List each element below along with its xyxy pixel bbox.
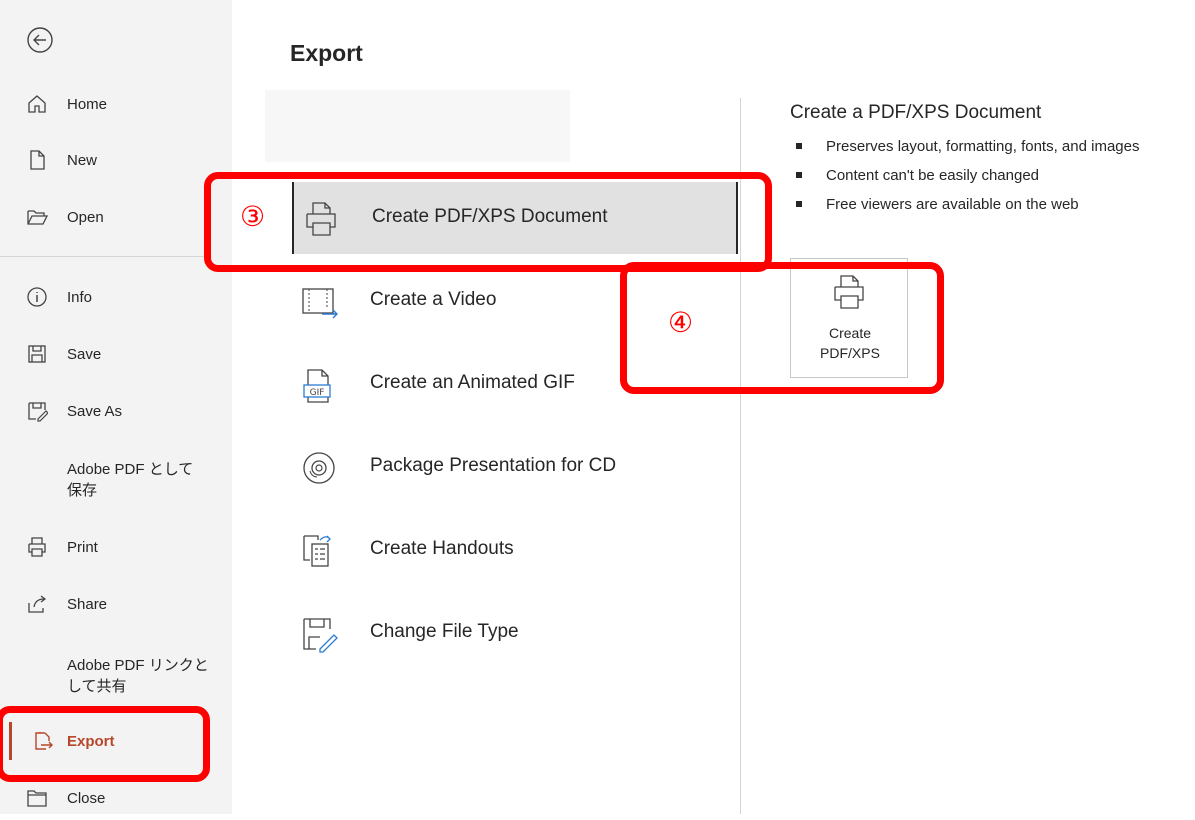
cd-icon	[303, 452, 335, 484]
page-title: Export	[290, 40, 363, 66]
nav-info[interactable]: Info	[0, 275, 232, 319]
nav-save-as-label: Save As	[67, 402, 123, 420]
nav-adobe-pdf-save[interactable]: Adobe PDF として 保存	[0, 453, 232, 509]
nav-save[interactable]: Save	[0, 332, 232, 376]
option-change-file-type-label: Change File Type	[370, 621, 519, 642]
handouts-icon	[303, 535, 331, 567]
option-create-video-label: Create a Video	[370, 289, 497, 310]
svg-text:GIF: GIF	[310, 388, 325, 398]
callout-step3-number: ③	[240, 200, 266, 233]
back-arrow-icon	[27, 27, 53, 53]
nav-save-as[interactable]: Save As	[0, 389, 232, 433]
home-icon	[28, 95, 46, 113]
option-package-cd[interactable]: Package Presentation for CD	[292, 431, 738, 503]
share-icon	[28, 595, 47, 613]
sidebar-divider	[0, 256, 204, 257]
nav-home-label: Home	[67, 95, 108, 113]
nav-adobe-pdf-link[interactable]: Adobe PDF リンクと して共有	[0, 649, 232, 705]
create-pdf-xps-button[interactable]: Create PDF/XPS	[790, 258, 908, 378]
nav-share[interactable]: Share	[0, 582, 232, 626]
option-create-gif-label: Create an Animated GIF	[370, 372, 575, 393]
option-create-handouts-label: Create Handouts	[370, 538, 514, 559]
option-change-file-type[interactable]: Change File Type	[292, 597, 738, 669]
detail-bullet: Free viewers are available on the web	[796, 190, 1139, 219]
option-create-handouts[interactable]: Create Handouts	[292, 514, 738, 586]
nav-adobe-pdf-link-label: Adobe PDF リンクと して共有	[67, 657, 209, 695]
nav-new-label: New	[67, 151, 98, 169]
option-create-pdf-xps-label: Create PDF/XPS Document	[372, 206, 608, 227]
save-icon	[28, 345, 46, 363]
option-create-pdf-xps[interactable]: Create PDF/XPS Document	[292, 182, 738, 254]
back-button[interactable]	[26, 26, 54, 54]
nav-adobe-pdf-save-label: Adobe PDF として 保存	[67, 461, 194, 499]
detail-bullet: Content can't be easily changed	[796, 161, 1139, 190]
pdf-document-icon	[834, 275, 864, 309]
detail-title: Create a PDF/XPS Document	[790, 102, 1042, 123]
nav-info-label: Info	[67, 288, 93, 306]
info-icon	[27, 287, 47, 307]
pdf-document-icon	[306, 202, 336, 236]
nav-share-label: Share	[67, 595, 108, 613]
save-as-icon	[28, 402, 48, 422]
detail-bullet: Preserves layout, formatting, fonts, and…	[796, 132, 1139, 161]
nav-save-label: Save	[67, 345, 102, 363]
print-icon	[28, 537, 46, 557]
nav-export-label: Export	[67, 732, 115, 750]
nav-print-label: Print	[67, 538, 98, 556]
nav-new[interactable]: New	[0, 138, 232, 182]
create-pdf-xps-button-label: Create PDF/XPS	[820, 325, 880, 361]
nav-close[interactable]: Close	[0, 776, 232, 820]
callout-step4-number: ④	[668, 306, 694, 339]
folder-open-icon	[27, 210, 48, 225]
change-file-type-icon	[303, 618, 338, 653]
nav-open-label: Open	[67, 208, 104, 226]
video-icon	[302, 288, 338, 319]
blank-panel	[265, 90, 570, 162]
backstage-sidebar: Home New Open Info Save Save As Adobe PD…	[0, 0, 232, 814]
nav-open[interactable]: Open	[0, 195, 232, 239]
export-icon	[35, 732, 53, 750]
option-create-gif[interactable]: GIF Create an Animated GIF	[292, 348, 738, 420]
pane-divider	[740, 98, 741, 814]
detail-bullet-list: Preserves layout, formatting, fonts, and…	[796, 132, 1139, 219]
nav-export[interactable]: Export	[0, 719, 232, 763]
gif-icon: GIF	[303, 369, 331, 403]
new-doc-icon	[30, 150, 45, 170]
nav-home[interactable]: Home	[0, 82, 232, 126]
option-package-cd-label: Package Presentation for CD	[370, 455, 617, 476]
nav-close-label: Close	[67, 789, 106, 807]
close-folder-icon	[27, 790, 47, 807]
nav-print[interactable]: Print	[0, 525, 232, 569]
